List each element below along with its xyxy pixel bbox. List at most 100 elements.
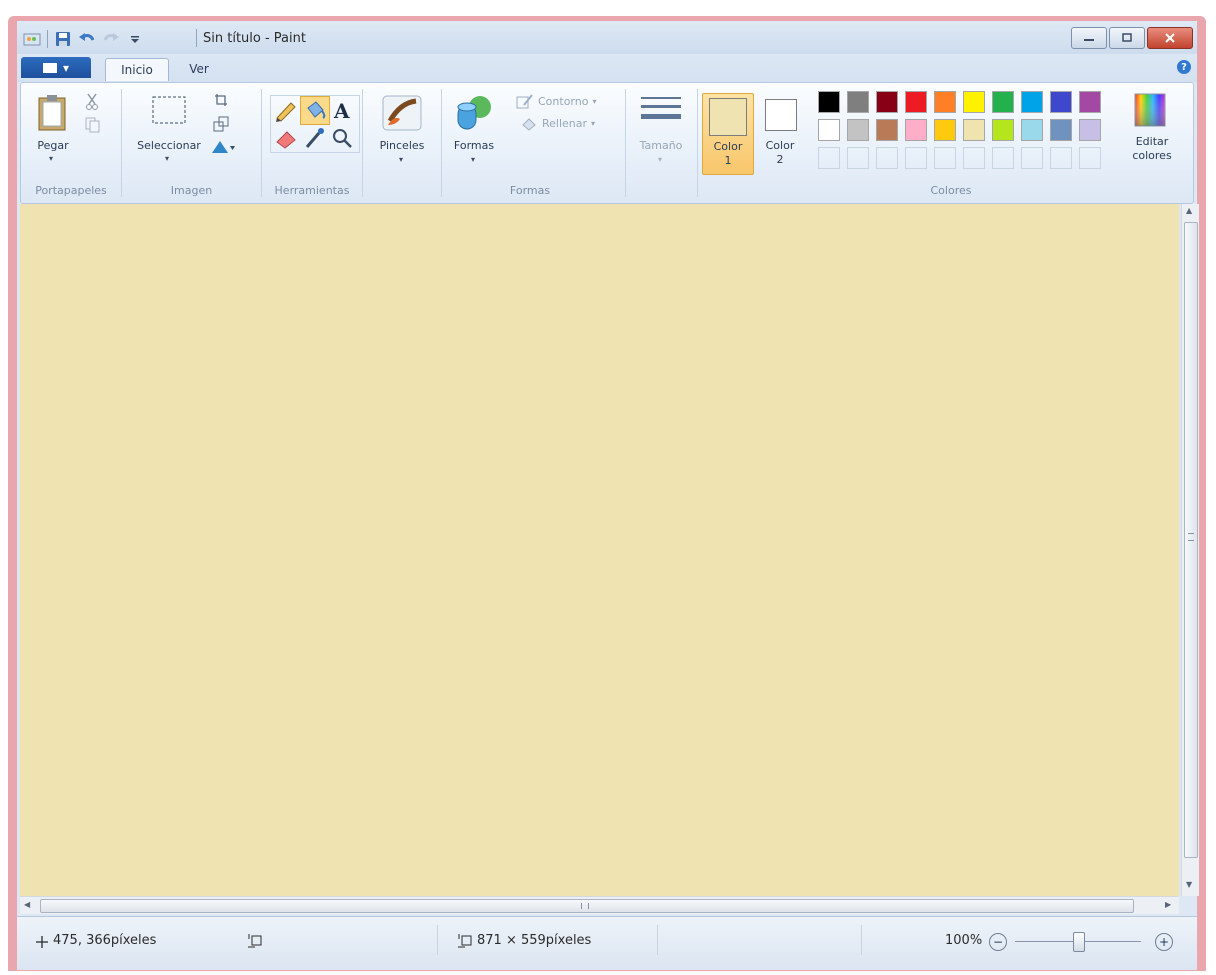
vertical-scroll-thumb[interactable] [1184,222,1198,858]
palette-color-swatch[interactable] [847,119,869,141]
shapes-button[interactable]: Formas ▾ [446,93,502,173]
horizontal-scroll-thumb[interactable] [40,899,1134,913]
palette-custom-slot[interactable] [963,147,985,169]
outline-label: Contorno [538,94,589,108]
paint-app-icon[interactable] [23,30,41,48]
fill-tool-button[interactable] [300,96,330,125]
shapes-label: Formas [453,139,495,152]
zoom-in-button[interactable]: + [1155,933,1173,951]
palette-color-swatch[interactable] [992,91,1014,113]
palette-color-swatch[interactable] [1021,91,1043,113]
eraser-icon[interactable] [273,126,299,150]
magnifier-icon[interactable] [330,126,354,150]
palette-custom-slot[interactable] [1079,147,1101,169]
palette-color-swatch[interactable] [905,91,927,113]
cut-icon[interactable] [85,93,99,111]
palette-color-swatch[interactable] [847,91,869,113]
palette-color-swatch[interactable] [905,119,927,141]
horizontal-scrollbar[interactable]: ◀ ▶ [20,896,1179,914]
palette-color-swatch[interactable] [876,119,898,141]
palette-color-swatch[interactable] [1079,119,1101,141]
cursor-position-icon [36,936,48,948]
color1-button[interactable]: Color 1 [702,93,754,175]
grip-icon [1188,533,1194,541]
minimize-button[interactable] [1071,27,1107,49]
palette-custom-slot[interactable] [905,147,927,169]
color1-number: 1 [724,154,732,167]
svg-text:A: A [333,99,350,122]
chevron-down-icon: ▾ [471,155,476,164]
palette-color-swatch[interactable] [818,119,840,141]
copy-icon[interactable] [85,117,101,133]
color2-swatch [765,99,797,131]
fill-shape-button[interactable]: Rellenar ▾ [520,113,595,133]
color2-button[interactable]: Color 2 [758,93,804,173]
palette-custom-slot[interactable] [818,147,840,169]
save-icon[interactable] [54,30,72,48]
palette-color-swatch[interactable] [963,91,985,113]
ribbon-tabs: ▾ Inicio Ver ? [17,54,1197,82]
palette-color-swatch[interactable] [992,119,1014,141]
palette-color-swatch[interactable] [1050,91,1072,113]
palette-custom-slot[interactable] [934,147,956,169]
scroll-left-icon[interactable]: ◀ [24,900,30,909]
pencil-icon[interactable] [273,98,299,122]
size-button[interactable]: Tamaño ▾ [629,93,693,183]
colores-group-label: Colores [930,184,972,197]
text-icon[interactable]: A [330,98,354,122]
chevron-down-icon: ▾ [399,155,404,164]
palette-color-swatch[interactable] [1079,91,1101,113]
palette-color-swatch[interactable] [934,119,956,141]
customize-qat-icon[interactable] [126,30,144,48]
close-button[interactable] [1147,27,1193,49]
scroll-up-icon[interactable]: ▲ [1186,206,1192,215]
rotate-icon[interactable] [210,139,236,155]
palette-custom-slot[interactable] [1050,147,1072,169]
undo-icon[interactable] [78,30,96,48]
group-colores: Color 1 Color 2 Editar colores Colores [698,83,1204,201]
palette-custom-slot[interactable] [992,147,1014,169]
image-size-icon [458,934,472,948]
outline-button[interactable]: Contorno ▾ [516,91,596,111]
palette-custom-slot[interactable] [1021,147,1043,169]
color-picker-icon[interactable] [302,126,328,150]
redo-icon[interactable] [102,30,120,48]
edit-colors-button[interactable]: Editar colores [1116,91,1172,181]
palette-color-swatch[interactable] [876,91,898,113]
paint-menu-button[interactable]: ▾ [21,57,91,78]
plus-icon: + [1158,935,1170,949]
palette-color-swatch[interactable] [963,119,985,141]
select-button[interactable]: Seleccionar ▾ [132,93,206,163]
paste-button[interactable]: Pegar ▾ [33,93,73,163]
zoom-out-button[interactable]: − [989,933,1007,951]
scroll-right-icon[interactable]: ▶ [1165,900,1171,909]
palette-custom-slot[interactable] [876,147,898,169]
zoom-level: 100% [945,933,983,948]
drawing-canvas[interactable] [20,204,1179,896]
palette-color-swatch[interactable] [1021,119,1043,141]
resize-icon[interactable] [213,116,229,132]
palette-color-swatch[interactable] [934,91,956,113]
group-herramientas: A Herramientas [262,83,362,201]
zoom-slider-thumb[interactable] [1073,932,1085,952]
palette-custom-slot[interactable] [847,147,869,169]
menu-icon [42,62,57,73]
restore-icon [1122,33,1132,42]
portapapeles-group-label: Portapapeles [35,184,107,197]
status-separator [657,925,658,955]
palette-color-swatch[interactable] [1050,119,1072,141]
tab-ver[interactable]: Ver [177,58,221,80]
group-formas: Formas ▾ Contorno ▾ Rellenar ▾ Formas [442,83,618,201]
scroll-down-icon[interactable]: ▼ [1186,880,1192,889]
maximize-button[interactable] [1109,27,1145,49]
tab-inicio[interactable]: Inicio [105,58,169,81]
palette-color-swatch[interactable] [818,91,840,113]
color1-swatch [709,98,747,136]
help-icon[interactable]: ? [1177,60,1191,74]
brushes-label: Pinceles [379,139,425,152]
vertical-scrollbar[interactable]: ▲ ▼ [1181,204,1199,896]
line-size-icon [641,97,681,119]
crop-icon[interactable] [214,93,228,107]
brushes-button[interactable]: Pinceles ▾ [367,93,437,183]
status-separator [437,925,438,955]
